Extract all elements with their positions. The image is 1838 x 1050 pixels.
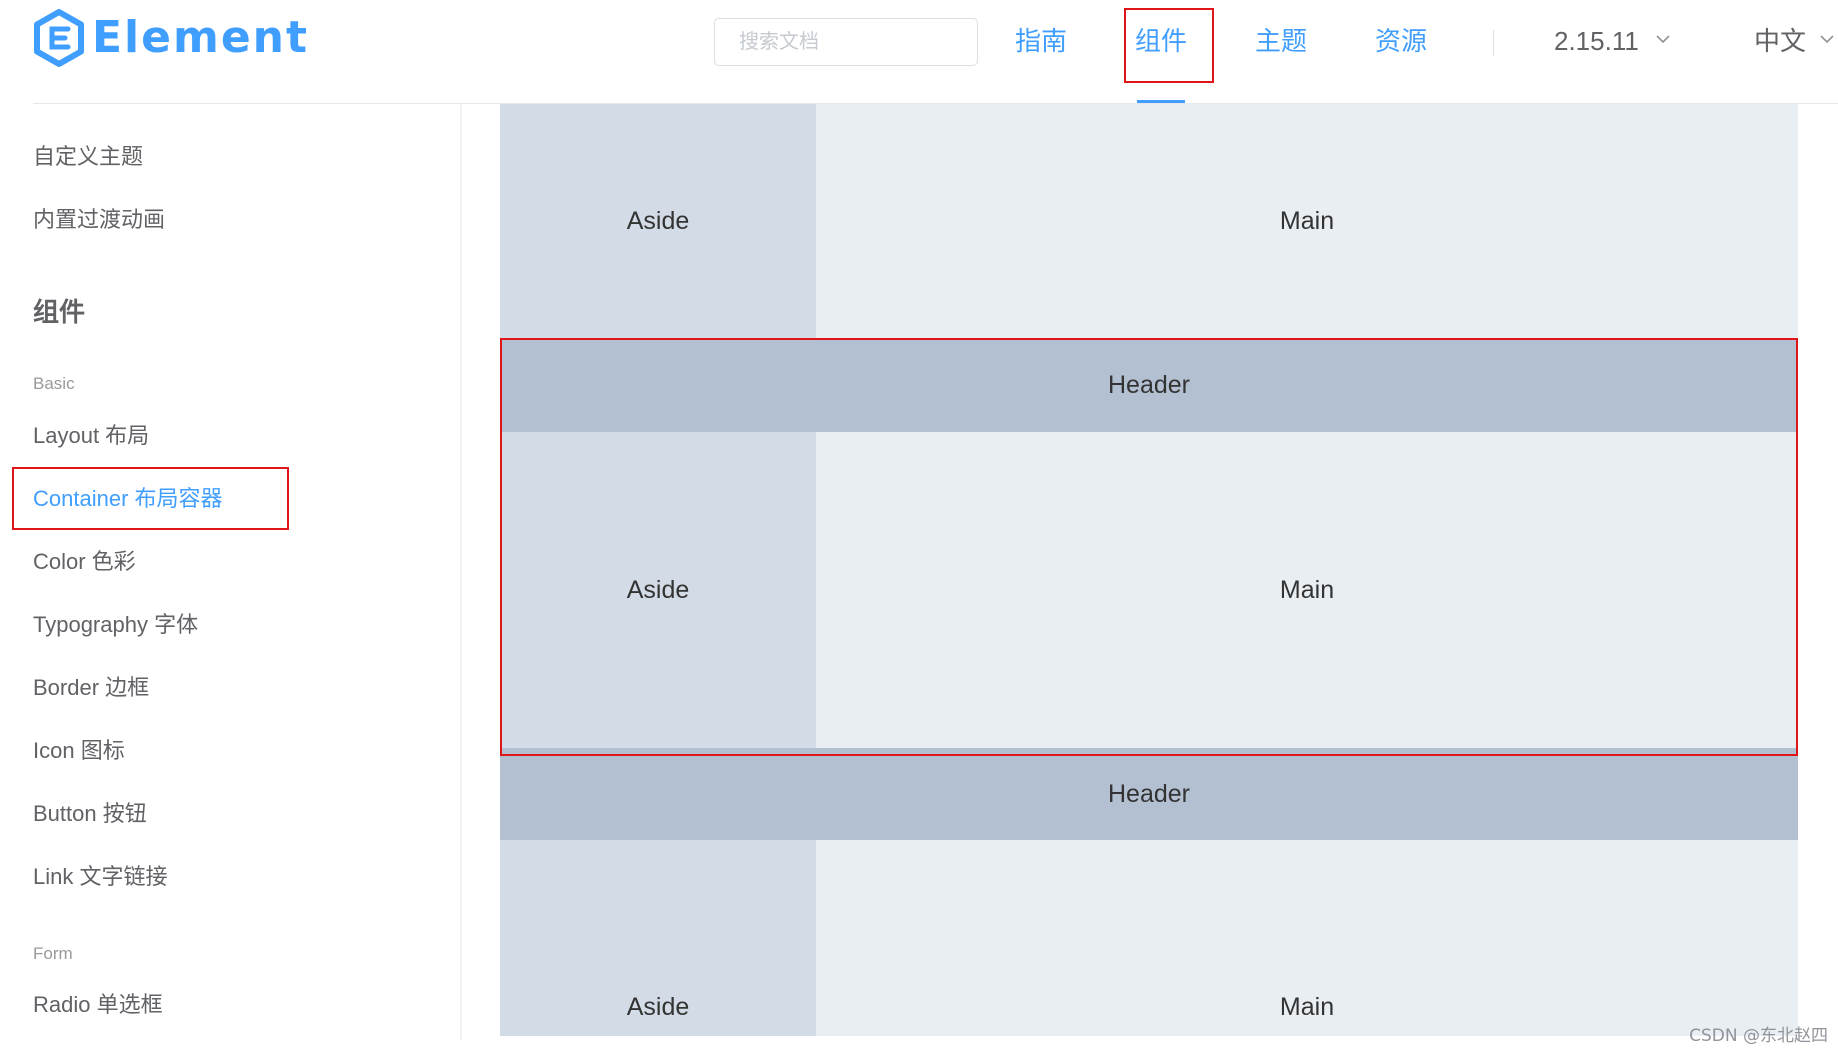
sidebar-item-button[interactable]: Button 按钮 bbox=[33, 799, 147, 829]
sidebar-item-radio[interactable]: Radio 单选框 bbox=[33, 990, 163, 1020]
demo-main: Main bbox=[816, 432, 1798, 748]
demo-header-label: Header bbox=[1108, 779, 1190, 808]
demo-header: Header bbox=[500, 748, 1798, 840]
demo-header: Header bbox=[500, 338, 1798, 432]
sidebar-category-form: Form bbox=[33, 944, 73, 963]
sidebar-item-custom-theme[interactable]: 自定义主题 bbox=[33, 142, 143, 172]
watermark: CSDN @东北赵四 bbox=[1689, 1026, 1828, 1046]
nav-component[interactable]: 组件 bbox=[1135, 24, 1187, 58]
logo-text: Element bbox=[92, 12, 310, 63]
chevron-down-icon[interactable] bbox=[1656, 34, 1670, 44]
demo-main-label: Main bbox=[1279, 575, 1335, 604]
sidebar-item-link[interactable]: Link 文字链接 bbox=[33, 862, 167, 892]
element-logo-icon bbox=[34, 9, 84, 67]
demo-aside: Aside bbox=[500, 432, 816, 748]
demo-main: Main bbox=[816, 840, 1798, 1036]
demo-aside: Aside bbox=[500, 104, 816, 338]
demo-aside-label: Aside bbox=[626, 993, 690, 1021]
sidebar-item-icon[interactable]: Icon 图标 bbox=[33, 736, 125, 766]
top-header: Element 指南 组件 主题 资源 2.15.11 中文 bbox=[0, 0, 1838, 104]
demo-header-label: Header bbox=[1108, 370, 1190, 399]
demo-aside: Aside bbox=[500, 840, 816, 1036]
nav-resource[interactable]: 资源 bbox=[1375, 24, 1427, 58]
sidebar-category-basic: Basic bbox=[33, 374, 75, 393]
version-select[interactable]: 2.15.11 bbox=[1554, 24, 1639, 58]
demo-main-label: Main bbox=[1279, 993, 1335, 1021]
language-select[interactable]: 中文 bbox=[1754, 24, 1806, 58]
demo-main-label: Main bbox=[1279, 206, 1335, 235]
sidebar-item-typography[interactable]: Typography 字体 bbox=[33, 610, 198, 640]
demo-main: Main bbox=[816, 104, 1798, 338]
sidebar-item-border[interactable]: Border 边框 bbox=[33, 673, 149, 703]
element-logo[interactable]: Element bbox=[33, 9, 309, 67]
nav-guide[interactable]: 指南 bbox=[1015, 24, 1067, 58]
search-input[interactable] bbox=[714, 18, 978, 66]
demo-aside-label: Aside bbox=[626, 206, 690, 235]
sidebar-divider bbox=[460, 104, 462, 1040]
sidebar bbox=[0, 104, 460, 1050]
chevron-down-icon[interactable] bbox=[1820, 34, 1834, 44]
sidebar-item-container[interactable]: Container 布局容器 bbox=[33, 484, 223, 514]
sidebar-item-color[interactable]: Color 色彩 bbox=[33, 547, 136, 577]
sidebar-item-transition[interactable]: 内置过渡动画 bbox=[33, 205, 165, 235]
nav-theme[interactable]: 主题 bbox=[1255, 24, 1307, 58]
demo-aside-label: Aside bbox=[626, 575, 690, 604]
nav-divider bbox=[1493, 30, 1494, 56]
sidebar-group-title: 组件 bbox=[33, 297, 86, 327]
sidebar-item-layout[interactable]: Layout 布局 bbox=[33, 421, 149, 451]
container-demo: Aside Main Header Aside Main Header Asid… bbox=[500, 104, 1798, 1036]
